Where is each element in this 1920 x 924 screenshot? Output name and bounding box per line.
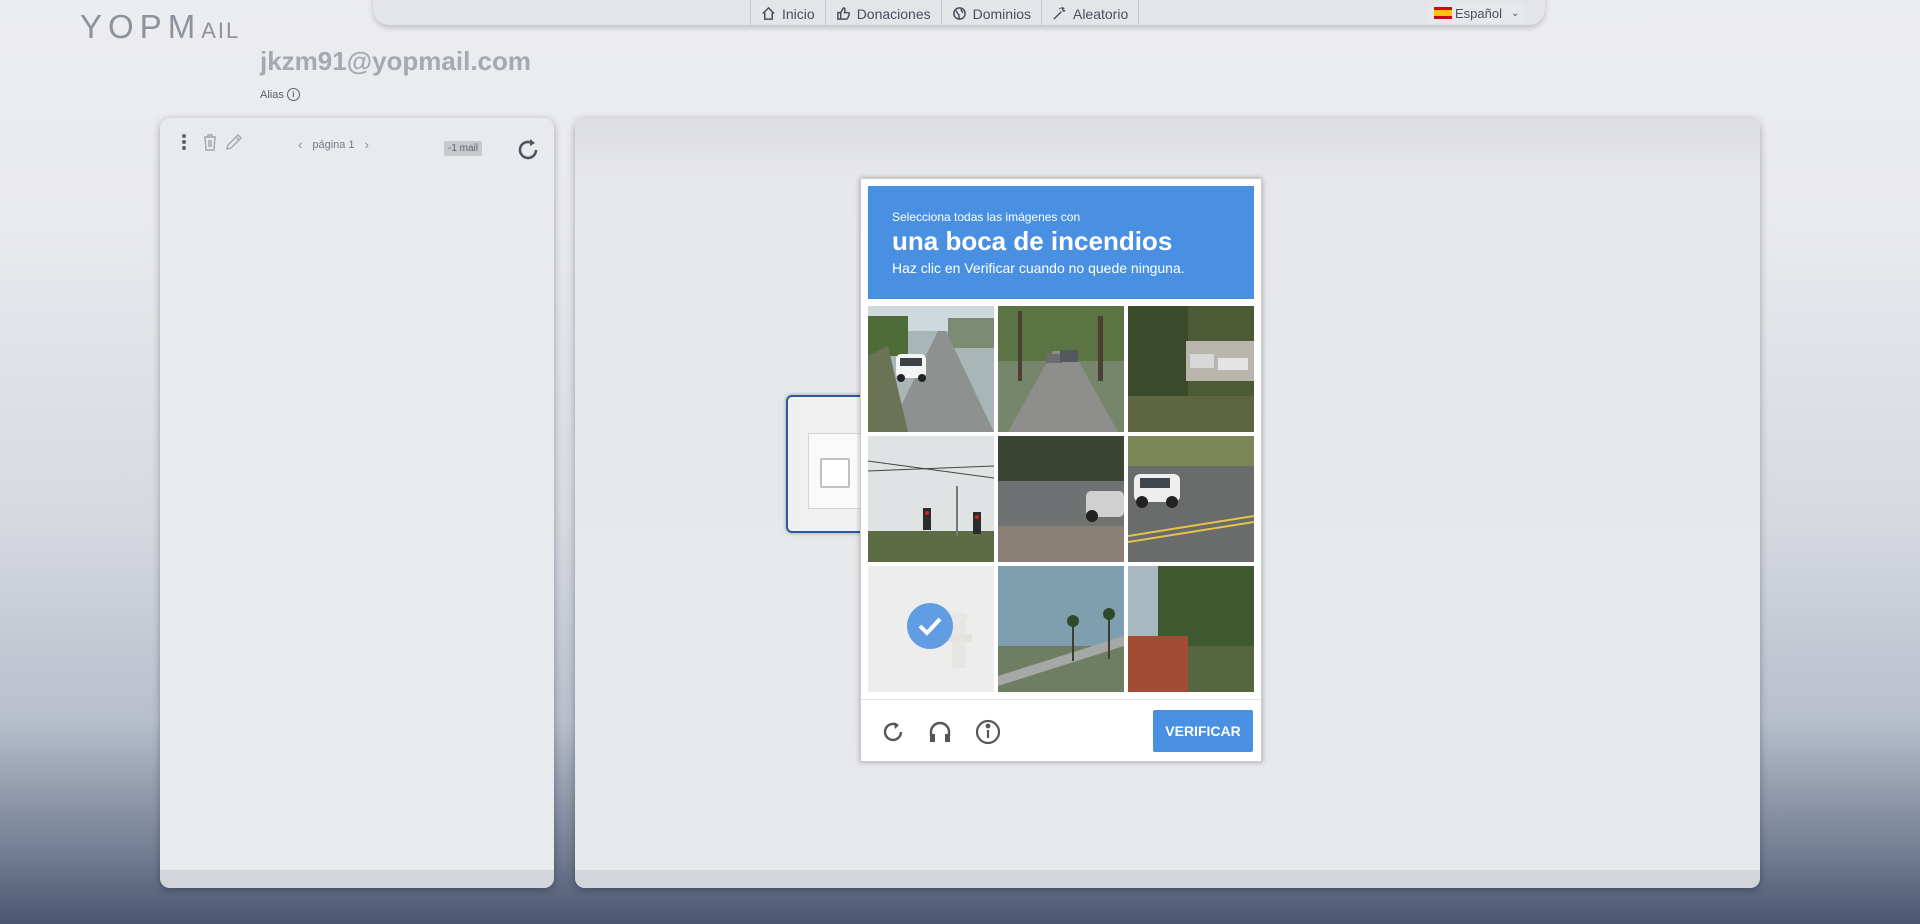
refresh-inbox-button[interactable]	[514, 136, 542, 164]
alias-link[interactable]: Alias i	[260, 88, 300, 101]
captcha-footer: VERIFICAR	[861, 699, 1261, 762]
mailbox-address: jkzm91@yopmail.com	[260, 46, 532, 76]
spain-flag-icon	[1434, 7, 1452, 19]
nav-label: Aleatorio	[1072, 5, 1129, 22]
captcha-challenge: Selecciona todas las imágenes con una bo…	[860, 178, 1262, 762]
captcha-tile[interactable]	[1128, 566, 1254, 692]
yopmail-logo[interactable]: YOPMAIL	[80, 8, 260, 64]
chevron-down-icon: ⌄	[1510, 7, 1520, 19]
logo-text-tail: AIL	[201, 18, 241, 43]
pagination: ‹ página 1 ›	[298, 137, 369, 152]
captcha-tile[interactable]	[998, 436, 1124, 562]
help-info-icon[interactable]	[974, 718, 1002, 746]
trash-icon[interactable]	[200, 132, 220, 152]
prev-page-icon[interactable]: ‹	[298, 137, 302, 152]
nav-item-dominios[interactable]: Dominios	[942, 0, 1042, 27]
thumbs-up-icon	[836, 7, 850, 20]
reload-challenge-icon[interactable]	[879, 718, 907, 746]
inbox-list-panel: ‹ página 1 › -1 mail	[160, 118, 554, 888]
recaptcha-checkbox[interactable]	[820, 458, 850, 488]
nav-label: Donaciones	[856, 5, 931, 22]
more-options-icon[interactable]	[174, 132, 194, 152]
info-icon[interactable]: i	[286, 88, 300, 101]
page-label: página 1	[312, 138, 355, 151]
captcha-image-grid	[868, 306, 1254, 692]
language-label: Español	[1455, 5, 1502, 21]
panel-footer	[575, 870, 1760, 888]
main-nav: Inicio Donaciones Dominios Aleatorio	[750, 0, 1140, 27]
audio-challenge-icon[interactable]	[926, 718, 954, 746]
nav-label: Dominios	[972, 5, 1031, 22]
globe-icon	[952, 7, 966, 20]
captcha-tile[interactable]	[868, 436, 994, 562]
inbox-toolbar: ‹ página 1 › -1 mail	[160, 128, 554, 160]
captcha-tile[interactable]	[868, 306, 994, 432]
captcha-instruction: Selecciona todas las imágenes con	[892, 210, 1081, 224]
nav-item-inicio[interactable]: Inicio	[751, 0, 826, 27]
logo-text-main: YOPM	[80, 8, 202, 45]
panel-footer	[160, 870, 554, 888]
captcha-tile[interactable]	[1128, 306, 1254, 432]
language-selector[interactable]: Español ⌄	[1428, 3, 1526, 23]
captcha-header: Selecciona todas las imágenes con una bo…	[868, 186, 1254, 299]
magic-wand-icon	[1053, 6, 1066, 20]
nav-item-aleatorio[interactable]: Aleatorio	[1042, 0, 1140, 27]
next-page-icon[interactable]: ›	[365, 137, 369, 152]
selected-check-icon	[907, 603, 953, 649]
mail-count-badge: -1 mail	[444, 141, 483, 156]
verify-button[interactable]: VERIFICAR	[1153, 710, 1253, 752]
nav-label: Inicio	[782, 5, 815, 22]
captcha-hint: Haz clic en Verificar cuando no quede ni…	[892, 260, 1185, 276]
edit-pencil-icon[interactable]	[224, 132, 244, 152]
captcha-tile[interactable]	[998, 566, 1124, 692]
captcha-target: una boca de incendios	[892, 226, 1173, 256]
alias-label: Alias	[260, 88, 284, 101]
captcha-tile-selected[interactable]	[868, 566, 994, 692]
home-icon	[762, 6, 775, 20]
captcha-tile[interactable]	[998, 306, 1124, 432]
captcha-tile[interactable]	[1128, 436, 1254, 562]
nav-item-donaciones[interactable]: Donaciones	[826, 0, 942, 27]
